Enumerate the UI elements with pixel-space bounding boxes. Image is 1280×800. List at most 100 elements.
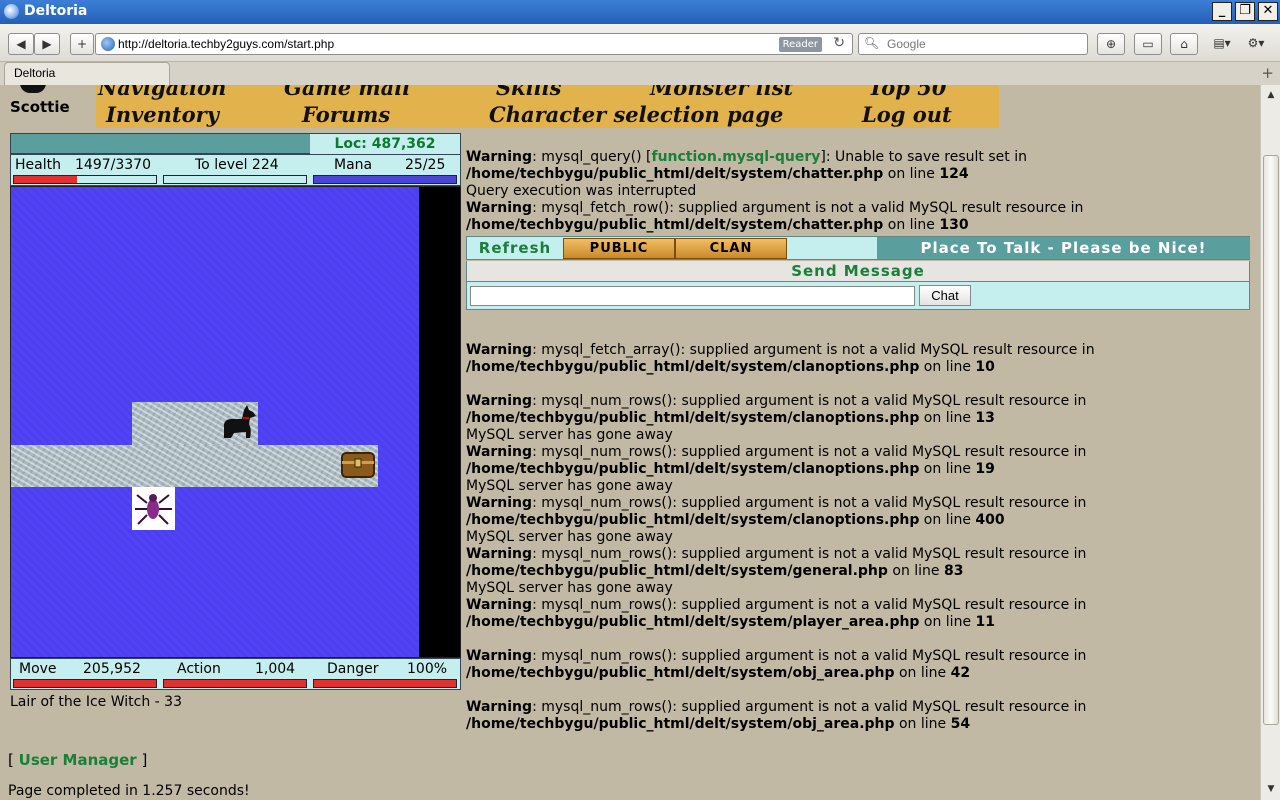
tab-bar: Deltoria + [0,62,1280,85]
back-button[interactable]: ◀ [8,33,34,55]
user-manager: [ User Manager ] [8,751,147,769]
warning-message: : mysql_num_rows(): supplied argument is… [532,444,1087,460]
level-label: To level 224 [195,157,279,173]
health-value: 1497/3370 [75,157,151,173]
spider-icon[interactable] [132,487,175,530]
error-line: Warning: mysql_num_rows(): supplied argu… [466,546,1256,563]
forward-button[interactable]: ▶ [34,33,60,55]
nav-forums[interactable]: Forums [302,102,390,127]
minimize-button[interactable]: _ [1212,2,1232,21]
health-bar-fill [14,176,78,183]
warning-label: Warning [466,393,533,409]
scrollbar-thumb[interactable] [1263,155,1279,725]
send-message-header: Send Message [466,261,1250,281]
health-bar [13,175,157,184]
error-plain-line: MySQL server has gone away [466,427,673,443]
game-map[interactable] [10,186,461,658]
line-number: 54 [950,716,971,732]
scroll-up-icon[interactable]: ▲ [1264,88,1278,102]
nav-game-mail[interactable]: Game mail [284,85,410,100]
function-link[interactable]: function.mysql-query [651,149,820,165]
file-path: /home/techbygu/public_html/delt/system/c… [466,461,920,477]
address-bar[interactable]: http://deltoria.techby2guys.com/start.ph… [95,33,853,55]
nav-navigation[interactable]: Navigation [98,85,226,100]
on-line-text: on line [919,410,976,426]
player-avatar-icon [20,85,46,93]
user-manager-link[interactable]: User Manager [19,751,137,769]
globe-icon [101,37,115,51]
chat-box: Refresh PUBLIC CLAN Place To Talk - Plea… [466,236,1250,310]
chest-icon[interactable] [341,449,375,479]
nav-character-selection[interactable]: Character selection page [489,102,783,127]
close-button[interactable]: ✕ [1258,2,1278,21]
error-line: Warning: mysql_num_rows(): supplied argu… [466,648,1256,665]
error-line: Warning: mysql_fetch_row(): supplied arg… [466,200,1084,216]
home-icon[interactable]: ⌂ [1170,33,1198,55]
danger-bar-fill [314,680,456,687]
danger-label: Danger [327,661,379,677]
action-bar-fill [164,680,306,687]
scroll-down-icon[interactable]: ▼ [1264,782,1278,796]
on-line-text: on line [919,461,976,477]
on-line-text: on line [894,716,951,732]
vertical-scrollbar[interactable]: ▲ ▼ [1260,85,1280,800]
window-titlebar: Deltoria _ ❐ ✕ [0,0,1280,24]
nav-inventory[interactable]: Inventory [106,102,219,127]
nav-skills[interactable]: Skills [496,85,561,100]
add-bookmark-button[interactable]: + [70,33,94,55]
warning-message: : mysql_num_rows(): supplied argument is… [532,546,1087,562]
bookmarks-icon[interactable]: ⊕ [1097,33,1125,55]
chat-input[interactable] [470,286,915,306]
error-path-line: /home/techbygu/public_html/delt/system/c… [466,359,1256,376]
error-messages-top: Warning: mysql_query() [function.mysql-q… [466,149,1256,234]
warning-message: : mysql_fetch_array(): supplied argument… [532,342,1095,358]
page-menu-icon[interactable]: ▤▾ [1208,33,1236,55]
nav-top-50[interactable]: Top 50 [868,85,946,100]
dog-icon[interactable] [216,402,258,444]
library-icon[interactable]: ▭ [1134,33,1162,55]
file-path: /home/techbygu/public_html/delt/system/g… [466,563,888,579]
warning-label: Warning [466,648,533,664]
line-number: 42 [950,665,971,681]
tab-clan[interactable]: CLAN [675,238,787,259]
search-icon: 🔍︎ [864,36,880,50]
error-plain-line: MySQL server has gone away [466,580,673,596]
new-tab-icon[interactable]: + [1261,64,1274,82]
refresh-button[interactable]: Refresh [467,237,563,259]
bracket: [ [8,751,14,769]
nav-log-out[interactable]: Log out [862,102,952,127]
warning-message: : mysql_num_rows(): supplied argument is… [532,597,1087,613]
location-readout: Loc: 487,362 [310,134,460,155]
error-path-line: /home/techbygu/public_html/delt/system/c… [466,166,969,182]
file-path: /home/techbygu/public_html/delt/system/c… [466,512,920,528]
reload-icon[interactable]: ↻ [833,35,845,51]
tab-public[interactable]: PUBLIC [563,238,675,259]
chat-button[interactable]: Chat [919,285,971,306]
file-path: /home/techbygu/public_html/delt/system/p… [466,614,920,630]
on-line-text: on line [887,563,944,579]
error-path-line: /home/techbygu/public_html/delt/system/o… [466,716,1256,733]
address-text: http://deltoria.techby2guys.com/start.ph… [118,37,335,51]
chat-banner: Place To Talk - Please be Nice! [877,237,1250,259]
reader-button[interactable]: Reader [778,37,822,52]
navigation-toolbar: ◀ ▶ + http://deltoria.techby2guys.com/st… [0,24,1280,62]
tab-deltoria[interactable]: Deltoria [4,62,170,85]
bracket: ] [141,751,148,769]
maximize-button[interactable]: ❐ [1235,2,1255,21]
move-label: Move [19,661,57,677]
file-path: /home/techbygu/public_html/delt/system/o… [466,716,895,732]
error-path-line: /home/techbygu/public_html/delt/system/p… [466,614,1256,631]
nav-monster-list[interactable]: Monster list [650,85,793,100]
line-number: 11 [975,614,995,630]
window-title: Deltoria [24,3,88,19]
error-plain-line: Query execution was interrupted [466,183,697,199]
line-number: 83 [943,563,964,579]
warning-message: : mysql_num_rows(): supplied argument is… [532,699,1087,715]
level-bar [163,175,307,184]
gear-icon[interactable]: ⚙▾ [1240,33,1272,55]
error-line: Warning: mysql_num_rows(): supplied argu… [466,699,1256,716]
warning-label: Warning [466,444,533,460]
search-input[interactable]: 🔍︎ Google [858,33,1088,55]
